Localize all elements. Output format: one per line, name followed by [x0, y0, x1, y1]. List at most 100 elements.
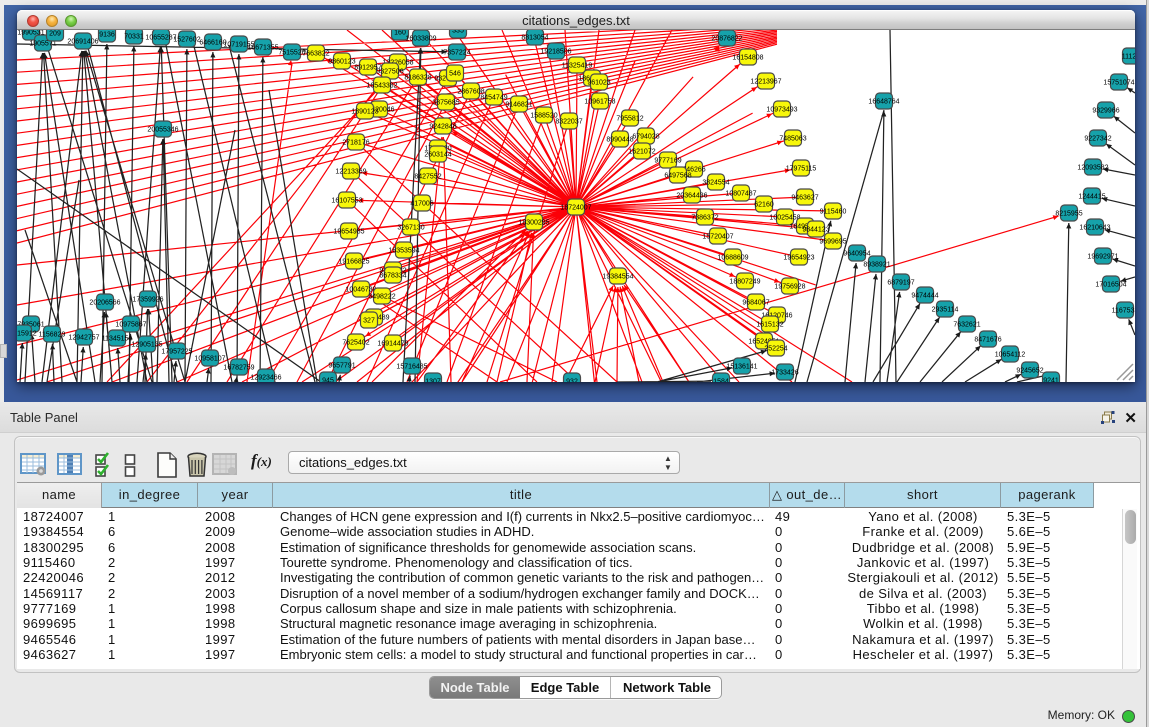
- svg-text:8678334: 8678334: [379, 272, 406, 279]
- svg-text:19166825: 19166825: [338, 258, 369, 265]
- svg-text:6879197: 6879197: [887, 279, 914, 286]
- svg-text:8813054: 8813054: [521, 34, 548, 41]
- svg-text:1890123: 1890123: [351, 108, 378, 115]
- svg-text:1615132: 1615132: [756, 321, 783, 328]
- svg-text:7955812: 7955812: [616, 115, 643, 122]
- svg-text:327: 327: [363, 317, 375, 324]
- svg-text:17359926: 17359926: [132, 296, 163, 303]
- svg-text:20691406: 20691406: [67, 38, 98, 45]
- svg-text:70331: 70331: [124, 33, 144, 40]
- svg-text:62160: 62160: [754, 201, 774, 208]
- svg-text:15751074: 15751074: [1103, 79, 1134, 86]
- svg-text:12905135: 12905135: [131, 341, 162, 348]
- svg-text:10046738: 10046738: [345, 286, 376, 293]
- svg-text:19218506: 19218506: [540, 48, 571, 55]
- svg-text:3824554: 3824554: [702, 179, 729, 186]
- svg-text:1307: 1307: [425, 378, 441, 382]
- svg-text:9241: 9241: [1043, 377, 1059, 382]
- svg-text:9136: 9136: [99, 31, 115, 38]
- svg-text:8990448: 8990448: [606, 136, 633, 143]
- svg-text:12942757: 12942757: [68, 334, 99, 341]
- svg-text:9474444: 9474444: [911, 292, 938, 299]
- svg-text:9245652: 9245652: [1016, 367, 1043, 374]
- svg-text:16154808: 16154808: [732, 54, 763, 61]
- svg-text:945: 945: [322, 377, 334, 382]
- svg-text:9327506: 9327506: [376, 68, 403, 75]
- svg-text:19756928: 19756928: [774, 283, 805, 290]
- svg-text:11325419: 11325419: [562, 62, 593, 69]
- svg-text:8471676: 8471676: [974, 336, 1001, 343]
- svg-text:3875685: 3875685: [432, 99, 459, 106]
- svg-text:9146821: 9146821: [505, 101, 532, 108]
- svg-text:2718176: 2718176: [342, 139, 369, 146]
- svg-text:17016504: 17016504: [1095, 281, 1126, 288]
- svg-text:335: 335: [452, 30, 464, 34]
- svg-text:160: 160: [394, 30, 406, 36]
- svg-text:16671355: 16671355: [247, 44, 278, 51]
- svg-text:8215955: 8215955: [1055, 210, 1082, 217]
- svg-text:1244415: 1244415: [1078, 193, 1105, 200]
- svg-text:12213967: 12213967: [750, 78, 781, 85]
- svg-text:10958107: 10958107: [194, 355, 225, 362]
- svg-text:16782759: 16782759: [223, 364, 254, 371]
- svg-text:6794028: 6794028: [632, 133, 659, 140]
- svg-text:19384554: 19384554: [602, 273, 633, 280]
- svg-text:12213369: 12213369: [335, 168, 366, 175]
- svg-text:9684067: 9684067: [742, 299, 769, 306]
- svg-text:10025458: 10025458: [769, 214, 800, 221]
- svg-text:16210643: 16210643: [1079, 224, 1110, 231]
- svg-text:16353594: 16353594: [388, 247, 419, 254]
- svg-text:18724007: 18724007: [560, 204, 591, 211]
- svg-text:546: 546: [449, 70, 461, 77]
- svg-text:20206566: 20206566: [89, 299, 120, 306]
- svg-text:9329966: 9329966: [1092, 107, 1119, 114]
- svg-text:16648764: 16648764: [868, 98, 899, 105]
- svg-text:9844123: 9844123: [802, 226, 829, 233]
- svg-text:8427552: 8427552: [414, 173, 441, 180]
- svg-text:12093582: 12093582: [1077, 164, 1108, 171]
- svg-text:7485063: 7485063: [779, 135, 806, 142]
- svg-text:20055346: 20055346: [147, 126, 178, 133]
- svg-text:17957225: 17957225: [161, 348, 192, 355]
- svg-text:16033809: 16033809: [405, 35, 436, 42]
- svg-text:16914479: 16914479: [377, 340, 408, 347]
- svg-text:8454749: 8454749: [480, 94, 507, 101]
- svg-text:16543382: 16543382: [366, 82, 397, 89]
- svg-text:20876822: 20876822: [711, 35, 742, 42]
- svg-text:9699695: 9699695: [819, 238, 846, 245]
- svg-text:8322037: 8322037: [555, 118, 582, 125]
- svg-text:9242848: 9242848: [429, 123, 456, 130]
- svg-text:10654112: 10654112: [995, 351, 1026, 358]
- svg-text:10655287: 10655287: [145, 34, 176, 41]
- svg-text:1584: 1584: [713, 378, 729, 382]
- svg-text:9657791: 9657791: [328, 362, 355, 369]
- svg-text:10975867: 10975867: [115, 321, 146, 328]
- svg-text:9463627: 9463627: [791, 194, 818, 201]
- svg-text:16107553: 16107553: [331, 197, 362, 204]
- svg-text:9640954: 9640954: [843, 250, 870, 257]
- svg-text:7632621: 7632621: [953, 321, 980, 328]
- svg-text:7386372: 7386372: [691, 214, 718, 221]
- svg-text:15716485: 15716485: [396, 363, 427, 370]
- svg-text:9777169: 9777169: [654, 157, 681, 164]
- svg-text:1621072: 1621072: [628, 148, 655, 155]
- svg-text:15720407: 15720407: [702, 233, 733, 240]
- svg-text:9860123: 9860123: [328, 58, 355, 65]
- svg-text:8186328: 8186328: [404, 74, 431, 81]
- svg-text:1527602: 1527602: [173, 36, 200, 43]
- svg-text:8938921: 8938921: [863, 261, 890, 268]
- svg-text:2603144: 2603144: [424, 151, 451, 158]
- svg-text:10961758: 10961758: [584, 98, 615, 105]
- svg-text:7625402: 7625402: [342, 339, 369, 346]
- svg-text:3267130: 3267130: [397, 224, 424, 231]
- svg-text:12923466: 12923466: [250, 374, 281, 381]
- svg-text:3498222: 3498222: [368, 293, 395, 300]
- svg-text:11123: 11123: [1122, 53, 1135, 60]
- svg-text:10807487: 10807487: [725, 190, 756, 197]
- svg-text:932: 932: [566, 378, 578, 382]
- svg-text:6497568: 6497568: [664, 172, 691, 179]
- svg-text:19654923: 19654923: [783, 254, 814, 261]
- svg-text:252254: 252254: [764, 345, 787, 352]
- svg-text:1733426: 1733426: [771, 369, 798, 376]
- svg-text:11345154: 11345154: [102, 335, 133, 342]
